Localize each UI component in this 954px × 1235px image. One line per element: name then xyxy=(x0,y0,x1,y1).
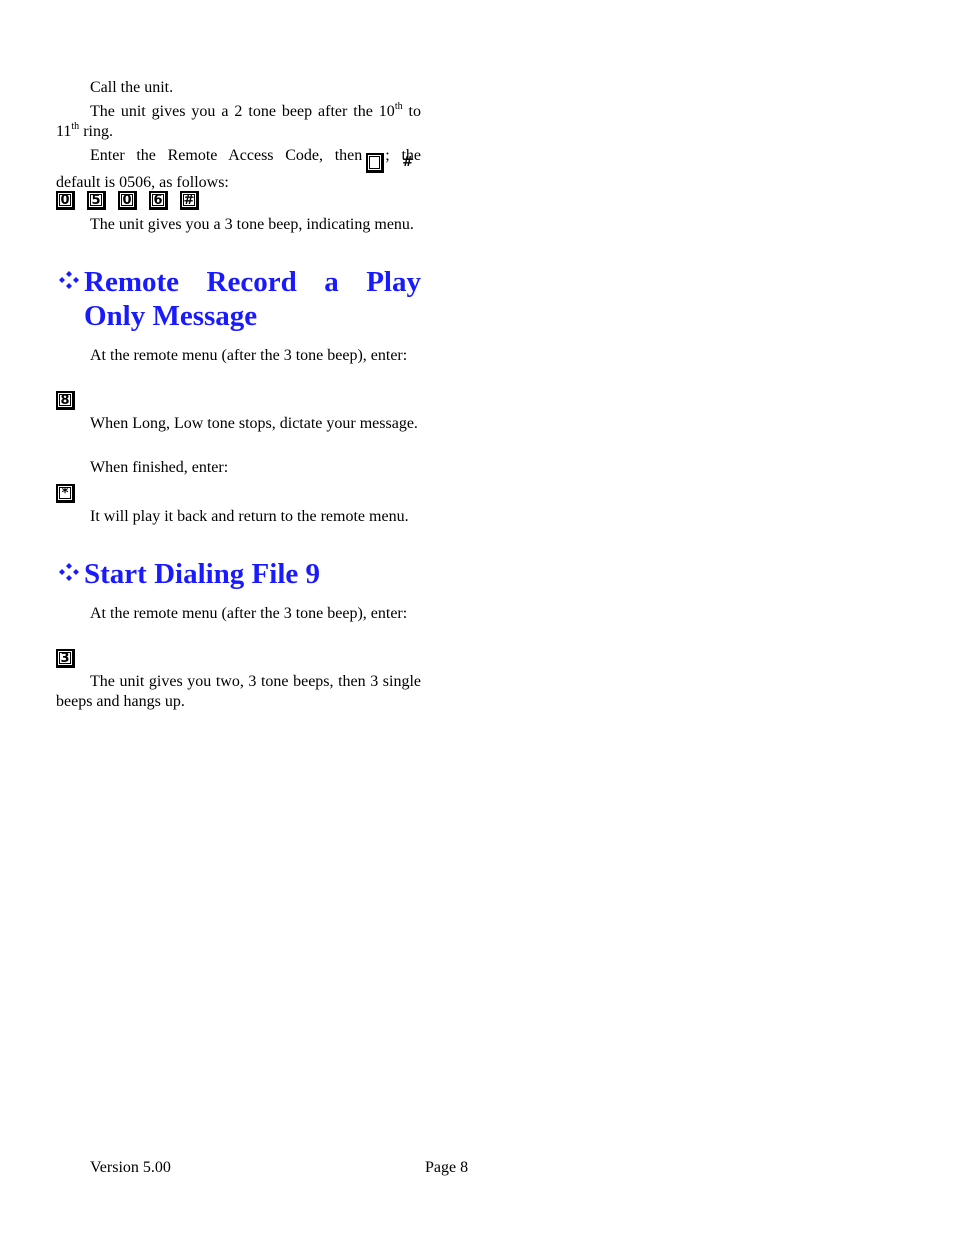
text: The unit gives you a 2 tone beep after t… xyxy=(90,103,395,120)
key-0-icon: 0 xyxy=(56,191,75,210)
diamond-bullet-icon xyxy=(59,271,79,289)
key-6-icon: 6 xyxy=(149,191,168,210)
access-code-keys: 0 5 0 6 # xyxy=(56,191,199,213)
finish-key-row: * xyxy=(56,484,75,506)
paragraph-dictate-message: When Long, Low tone stops, dictate your … xyxy=(90,415,418,432)
paragraph-remote-menu: At the remote menu (after the 3 tone bee… xyxy=(90,347,408,364)
paragraph-two-tone-beep: The unit gives you a 2 tone beep after t… xyxy=(56,102,421,142)
key-3-icon: 3 xyxy=(56,649,75,668)
text: ring. xyxy=(79,123,113,140)
heading-line-2: Only Message xyxy=(84,300,258,332)
key-8-icon: 8 xyxy=(56,391,75,410)
paragraph-call-unit: Call the unit. xyxy=(90,79,174,96)
paragraph-enter-access-code: Enter the Remote Access Code, then#; the… xyxy=(56,146,421,193)
heading-word: Play xyxy=(366,266,421,298)
pound-key-icon: # xyxy=(366,153,413,173)
key-0-icon: 0 xyxy=(118,191,137,210)
dial-key-row: 3 xyxy=(56,649,75,671)
heading-remote-record: Remote Record a Play Only Message xyxy=(56,265,421,335)
heading-word: a xyxy=(324,266,339,298)
star-key-icon: * xyxy=(56,484,75,503)
paragraph-three-tone-beep: The unit gives you a 3 tone beep, indica… xyxy=(90,216,414,233)
paragraph-when-finished: When finished, enter: xyxy=(90,459,229,476)
footer-version: Version 5.00 xyxy=(90,1159,171,1176)
heading-text: Start Dialing File 9 xyxy=(84,558,321,590)
paragraph-play-back: It will play it back and return to the r… xyxy=(90,508,409,525)
pound-key-icon: # xyxy=(180,191,199,210)
paragraph-hangs-up: The unit gives you two, 3 tone beeps, th… xyxy=(56,673,421,710)
diamond-bullet-icon xyxy=(59,563,79,581)
key-5-icon: 5 xyxy=(87,191,106,210)
record-key-row: 8 xyxy=(56,391,75,413)
paragraph-remote-menu-2: At the remote menu (after the 3 tone bee… xyxy=(90,605,408,622)
heading-word: Record xyxy=(206,266,297,298)
footer-page-number: Page 8 xyxy=(425,1159,469,1176)
heading-word: Remote xyxy=(84,266,180,298)
superscript: th xyxy=(394,101,403,112)
heading-start-dialing: Start Dialing File 9 xyxy=(56,557,421,593)
text: Enter the Remote Access Code, then xyxy=(90,147,363,164)
